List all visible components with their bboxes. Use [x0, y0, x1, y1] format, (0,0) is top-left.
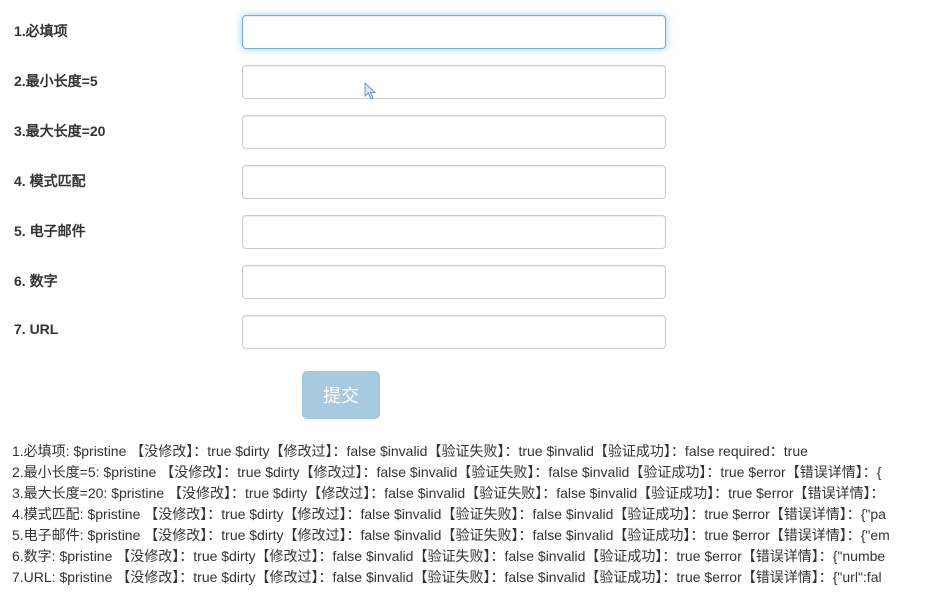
email-input[interactable]	[242, 215, 666, 249]
field-label: 3.最大长度=20	[12, 115, 242, 141]
field-row-maxlength: 3.最大长度=20	[12, 115, 936, 149]
input-wrap	[242, 215, 666, 249]
required-input[interactable]	[242, 15, 666, 49]
input-wrap	[242, 65, 666, 99]
field-label: 1.必填项	[12, 15, 242, 41]
status-line: 2.最小长度=5: $pristine 【没修改】：true $dirty【修改…	[12, 462, 936, 483]
field-row-required: 1.必填项	[12, 15, 936, 49]
input-wrap	[242, 165, 666, 199]
field-row-number: 6. 数字	[12, 265, 936, 299]
field-label: 2.最小长度=5	[12, 65, 242, 91]
pattern-input[interactable]	[242, 165, 666, 199]
maxlength-input[interactable]	[242, 115, 666, 149]
status-block: 1.必填项: $pristine 【没修改】：true $dirty【修改过】：…	[12, 441, 936, 588]
field-row-email: 5. 电子邮件	[12, 215, 936, 249]
number-input[interactable]	[242, 265, 666, 299]
minlength-input[interactable]	[242, 65, 666, 99]
input-wrap	[242, 115, 666, 149]
field-label: 4. 模式匹配	[12, 165, 242, 191]
status-line: 1.必填项: $pristine 【没修改】：true $dirty【修改过】：…	[12, 441, 936, 462]
submit-button[interactable]: 提交	[302, 371, 380, 419]
input-wrap	[242, 15, 666, 49]
validation-form: 1.必填项 2.最小长度=5 3.最大长度=20 4. 模式匹配 5. 电子邮件…	[12, 15, 936, 419]
field-row-url: 7. URL	[12, 315, 936, 349]
status-line: 6.数字: $pristine 【没修改】：true $dirty【修改过】：f…	[12, 546, 936, 567]
field-label: 7. URL	[12, 315, 242, 337]
status-line: 7.URL: $pristine 【没修改】：true $dirty【修改过】：…	[12, 567, 936, 588]
field-row-pattern: 4. 模式匹配	[12, 165, 936, 199]
status-line: 5.电子邮件: $pristine 【没修改】：true $dirty【修改过】…	[12, 525, 936, 546]
submit-row: 提交	[302, 371, 936, 419]
field-label: 6. 数字	[12, 265, 242, 291]
input-wrap	[242, 315, 666, 349]
url-input[interactable]	[242, 315, 666, 349]
status-line: 3.最大长度=20: $pristine 【没修改】：true $dirty【修…	[12, 483, 936, 504]
input-wrap	[242, 265, 666, 299]
status-line: 4.模式匹配: $pristine 【没修改】：true $dirty【修改过】…	[12, 504, 936, 525]
field-row-minlength: 2.最小长度=5	[12, 65, 936, 99]
field-label: 5. 电子邮件	[12, 215, 242, 241]
